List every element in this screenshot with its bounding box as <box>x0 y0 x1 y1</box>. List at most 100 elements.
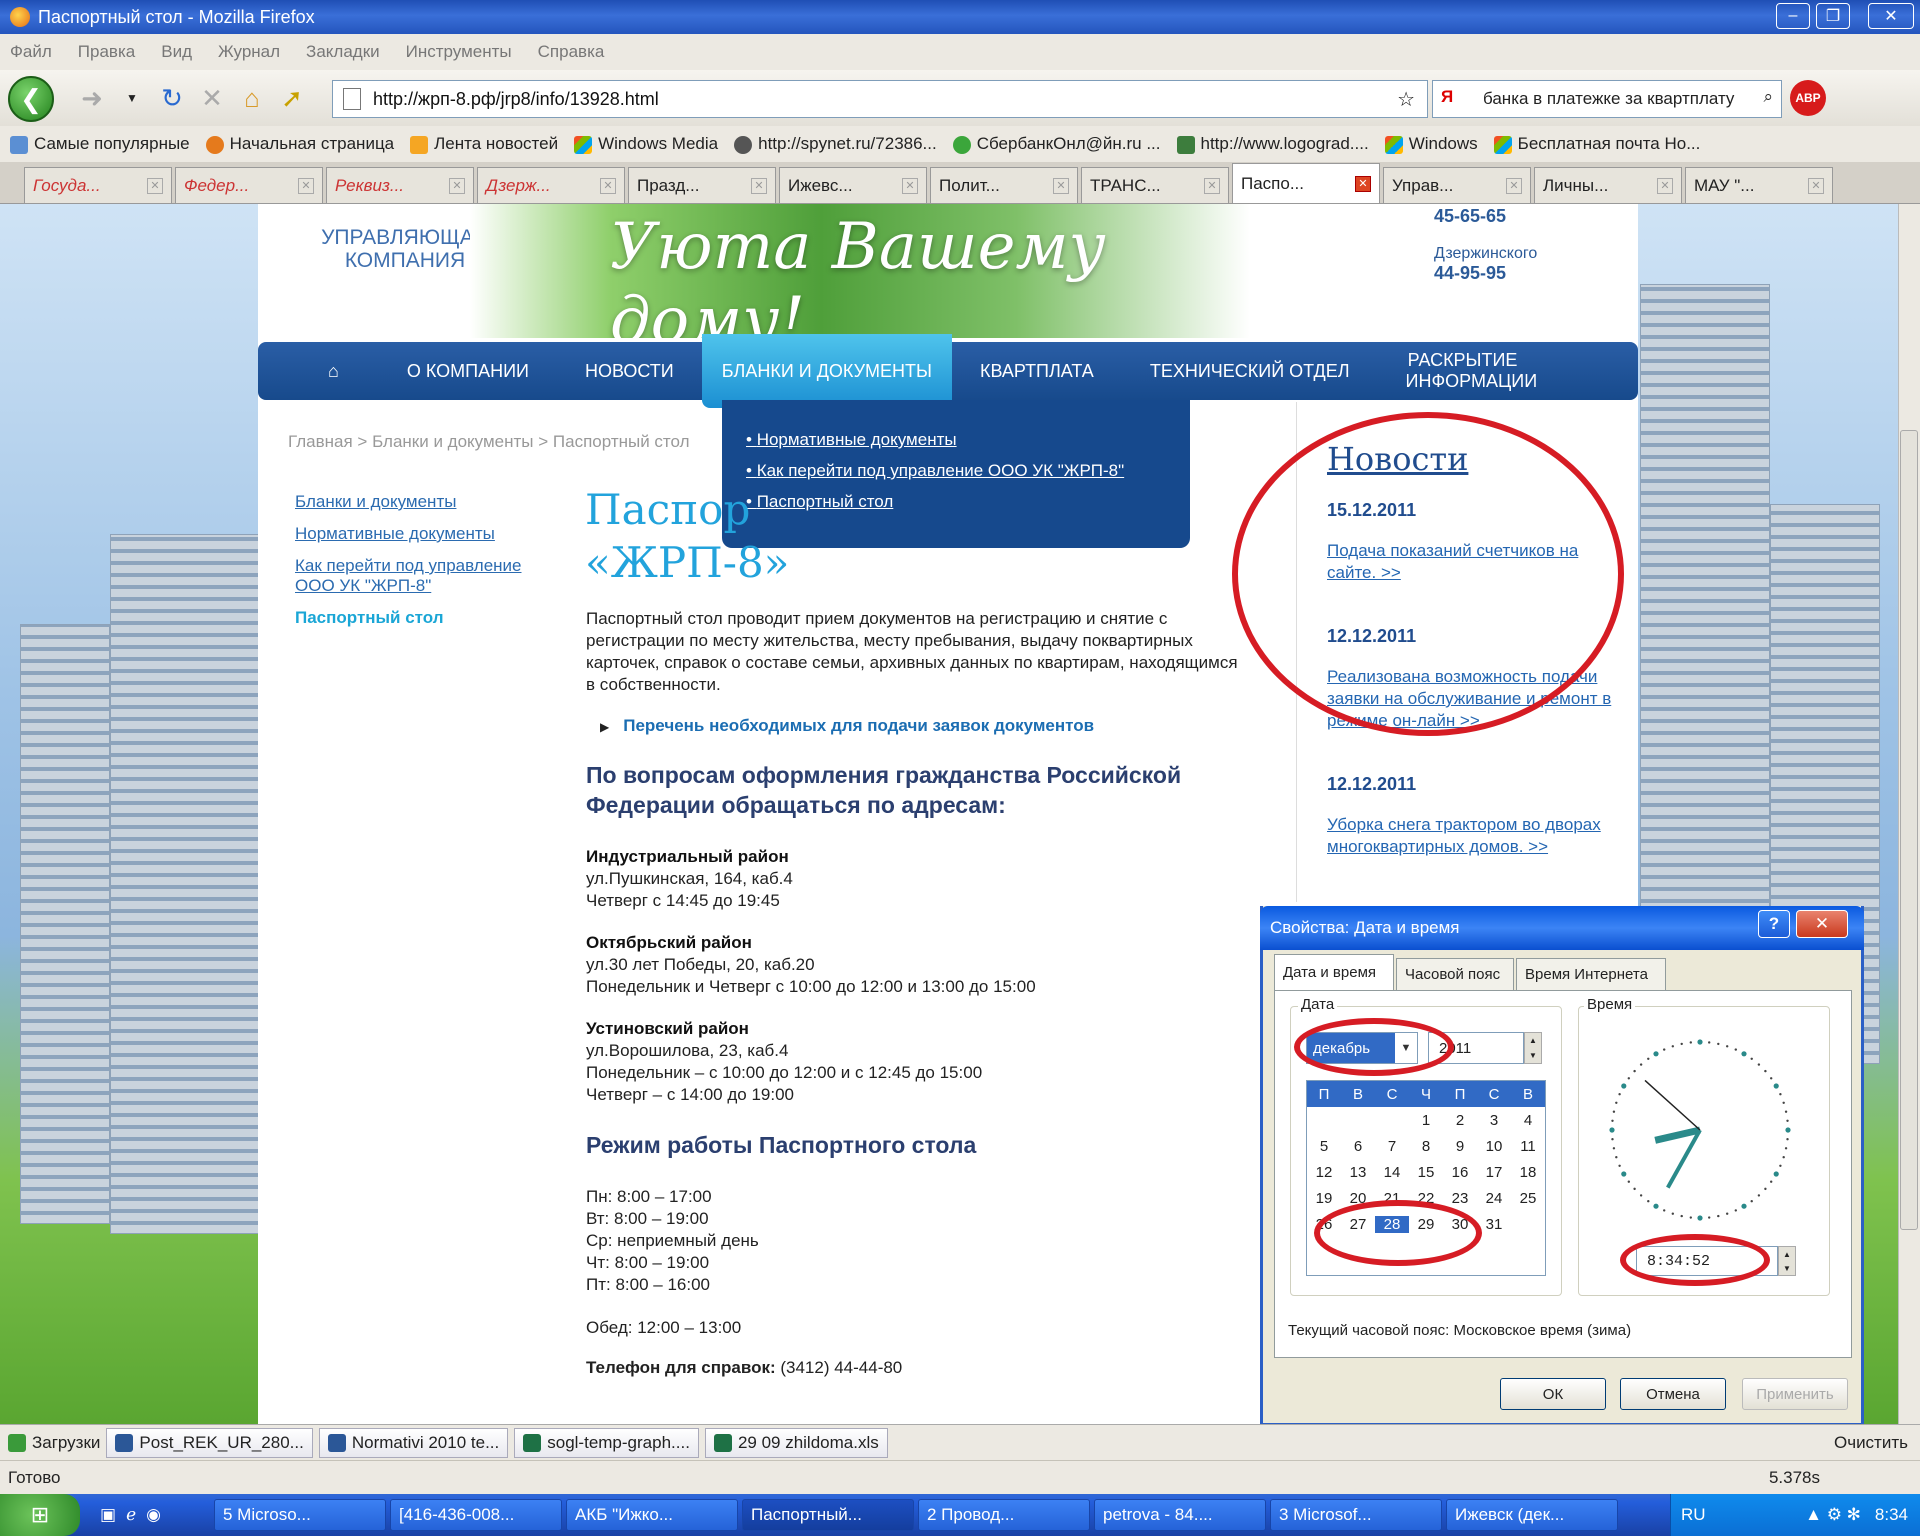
calendar-day[interactable]: 17 <box>1477 1164 1511 1181</box>
menu-edit[interactable]: Правка <box>78 42 135 62</box>
forward-icon[interactable]: ➜ <box>72 78 112 118</box>
bookmark-5[interactable]: http://spynet.ru/72386... <box>734 134 937 154</box>
documents-list-link[interactable]: Перечень необходимых для подачи заявок д… <box>600 716 1094 736</box>
calendar-day[interactable]: 10 <box>1477 1138 1511 1155</box>
nav-about[interactable]: О КОМПАНИИ <box>379 361 557 382</box>
scrollbar-thumb[interactable] <box>1900 430 1918 1230</box>
cursor-icon[interactable]: ➚ <box>272 78 312 118</box>
tab-close-icon[interactable]: ✕ <box>298 177 314 194</box>
dropdown-item[interactable]: Как перейти под управление ООО УК "ЖРП-8… <box>746 461 1190 481</box>
side-link[interactable]: Бланки и документы <box>295 492 555 512</box>
side-link-current[interactable]: Паспортный стол <box>295 608 555 628</box>
nav-tech[interactable]: ТЕХНИЧЕСКИЙ ОТДЕЛ <box>1122 361 1378 382</box>
clear-downloads-button[interactable]: Очистить <box>1834 1433 1908 1453</box>
maximize-button[interactable]: ❐ <box>1816 3 1850 29</box>
time-spinner[interactable]: ▲ ▼ <box>1778 1246 1796 1276</box>
tab-4[interactable]: Дзерж... ✕ <box>477 167 625 203</box>
home-icon[interactable]: ⌂ <box>258 361 379 382</box>
bookmark-3[interactable]: Лента новостей <box>410 134 558 154</box>
side-link[interactable]: Как перейти под управление ООО УК "ЖРП-8… <box>295 556 555 596</box>
menu-help[interactable]: Справка <box>538 42 605 62</box>
download-item[interactable]: Post_REK_UR_280... <box>106 1427 313 1458</box>
tab-timezone[interactable]: Часовой пояс <box>1396 958 1514 990</box>
download-item[interactable]: 29 09 zhildoma.xls <box>704 1427 888 1458</box>
side-link[interactable]: Нормативные документы <box>295 524 555 544</box>
tab-close-icon[interactable]: ✕ <box>1355 175 1371 192</box>
taskbar-item[interactable]: АКБ "Ижко... <box>566 1499 738 1531</box>
tab-close-icon[interactable]: ✕ <box>902 177 918 194</box>
tab-6[interactable]: Ижевс... ✕ <box>779 167 927 203</box>
tab-close-icon[interactable]: ✕ <box>449 177 465 194</box>
calendar-day[interactable]: 15 <box>1409 1164 1443 1181</box>
tab-2[interactable]: Федер... ✕ <box>175 167 323 203</box>
tab-close-icon[interactable]: ✕ <box>1053 177 1069 194</box>
calendar-day[interactable]: 19 <box>1307 1190 1341 1207</box>
taskbar-item[interactable]: 2 Провод... <box>918 1499 1090 1531</box>
apply-button[interactable]: Применить <box>1742 1378 1848 1410</box>
download-item[interactable]: Normativi 2010 te... <box>318 1427 509 1458</box>
nav-news[interactable]: НОВОСТИ <box>557 361 702 382</box>
menu-file[interactable]: Файл <box>10 42 52 62</box>
tab-8[interactable]: ТРАНС... ✕ <box>1081 167 1229 203</box>
bookmark-9[interactable]: Бесплатная почта Но... <box>1493 134 1700 154</box>
tab-close-icon[interactable]: ✕ <box>1808 177 1824 194</box>
tab-close-icon[interactable]: ✕ <box>751 177 767 194</box>
back-button[interactable]: ❮ <box>8 76 54 122</box>
calendar-day[interactable]: 23 <box>1443 1190 1477 1207</box>
tab-close-icon[interactable]: ✕ <box>1506 177 1522 194</box>
adblock-icon[interactable]: ABP <box>1790 80 1826 116</box>
tab-9-active[interactable]: Паспо... ✕ <box>1232 163 1380 203</box>
download-item[interactable]: sogl-temp-graph.... <box>514 1427 699 1458</box>
calendar-day[interactable]: 13 <box>1341 1164 1375 1181</box>
taskbar-item[interactable]: [416-436-008... <box>390 1499 562 1531</box>
calendar-day[interactable]: 1 <box>1409 1112 1443 1129</box>
tab-internet-time[interactable]: Время Интернета <box>1516 958 1666 990</box>
close-window-button[interactable]: ✕ <box>1868 3 1914 29</box>
calendar-day[interactable]: 31 <box>1477 1216 1511 1233</box>
stop-icon[interactable]: ✕ <box>192 78 232 118</box>
tab-7[interactable]: Полит... ✕ <box>930 167 1078 203</box>
bookmark-star-icon[interactable]: ☆ <box>1397 87 1415 112</box>
calendar-day[interactable]: 14 <box>1375 1164 1409 1181</box>
taskbar-item[interactable]: 3 Microsof... <box>1270 1499 1442 1531</box>
minimize-button[interactable]: – <box>1776 3 1810 29</box>
history-dropdown-icon[interactable]: ▼ <box>112 78 152 118</box>
tab-10[interactable]: Управ... ✕ <box>1383 167 1531 203</box>
ok-button[interactable]: ОК <box>1500 1378 1606 1410</box>
taskbar-item[interactable]: Ижевск (дек... <box>1446 1499 1618 1531</box>
tab-datetime[interactable]: Дата и время <box>1274 954 1394 990</box>
news-link[interactable]: Уборка снега трактором во дворах многокв… <box>1327 814 1617 858</box>
menu-bookmarks[interactable]: Закладки <box>306 42 380 62</box>
desktop-icon[interactable]: ▣ <box>100 1505 116 1525</box>
calendar-day[interactable]: 8 <box>1409 1138 1443 1155</box>
calendar-day[interactable]: 16 <box>1443 1164 1477 1181</box>
dropdown-item[interactable]: Нормативные документы <box>746 430 1190 450</box>
bookmark-4[interactable]: Windows Media <box>574 134 718 154</box>
nav-disclosure[interactable]: РАСКРЫТИЕ ИНФОРМАЦИИ <box>1378 350 1548 391</box>
address-bar[interactable]: http://жрп-8.рф/jrp8/info/13928.html ☆ <box>332 80 1428 118</box>
bookmark-1[interactable]: Самые популярные <box>10 134 190 154</box>
menu-tools[interactable]: Инструменты <box>406 42 512 62</box>
calendar-day[interactable]: 12 <box>1307 1164 1341 1181</box>
reload-icon[interactable]: ↻ <box>152 78 192 118</box>
menu-view[interactable]: Вид <box>161 42 192 62</box>
downloads-label[interactable]: Загрузки <box>8 1433 100 1453</box>
taskbar-item[interactable]: 5 Microso... <box>214 1499 386 1531</box>
nav-payment[interactable]: КВАРТПЛАТА <box>952 361 1122 382</box>
taskbar-item[interactable]: petrova - 84.... <box>1094 1499 1266 1531</box>
tab-11[interactable]: Личны... ✕ <box>1534 167 1682 203</box>
menu-history[interactable]: Журнал <box>218 42 280 62</box>
bookmark-6[interactable]: СбербанкОнл@йн.ru ... <box>952 134 1161 154</box>
dropdown-item[interactable]: Паспортный стол <box>746 492 1190 512</box>
calendar-day[interactable]: 5 <box>1307 1138 1341 1155</box>
cancel-button[interactable]: Отмена <box>1620 1378 1726 1410</box>
tab-close-icon[interactable]: ✕ <box>600 177 616 194</box>
ie-icon[interactable]: ℯ <box>126 1505 136 1525</box>
calendar-day[interactable]: 24 <box>1477 1190 1511 1207</box>
search-box[interactable]: Я банка в платежке за квартплату ⌕ <box>1432 80 1782 118</box>
tab-close-icon[interactable]: ✕ <box>1657 177 1673 194</box>
calendar-day[interactable]: 25 <box>1511 1190 1545 1207</box>
year-spinner[interactable]: ▲ ▼ <box>1524 1032 1542 1064</box>
calendar-day[interactable]: 7 <box>1375 1138 1409 1155</box>
calendar-day[interactable]: 11 <box>1511 1138 1545 1155</box>
